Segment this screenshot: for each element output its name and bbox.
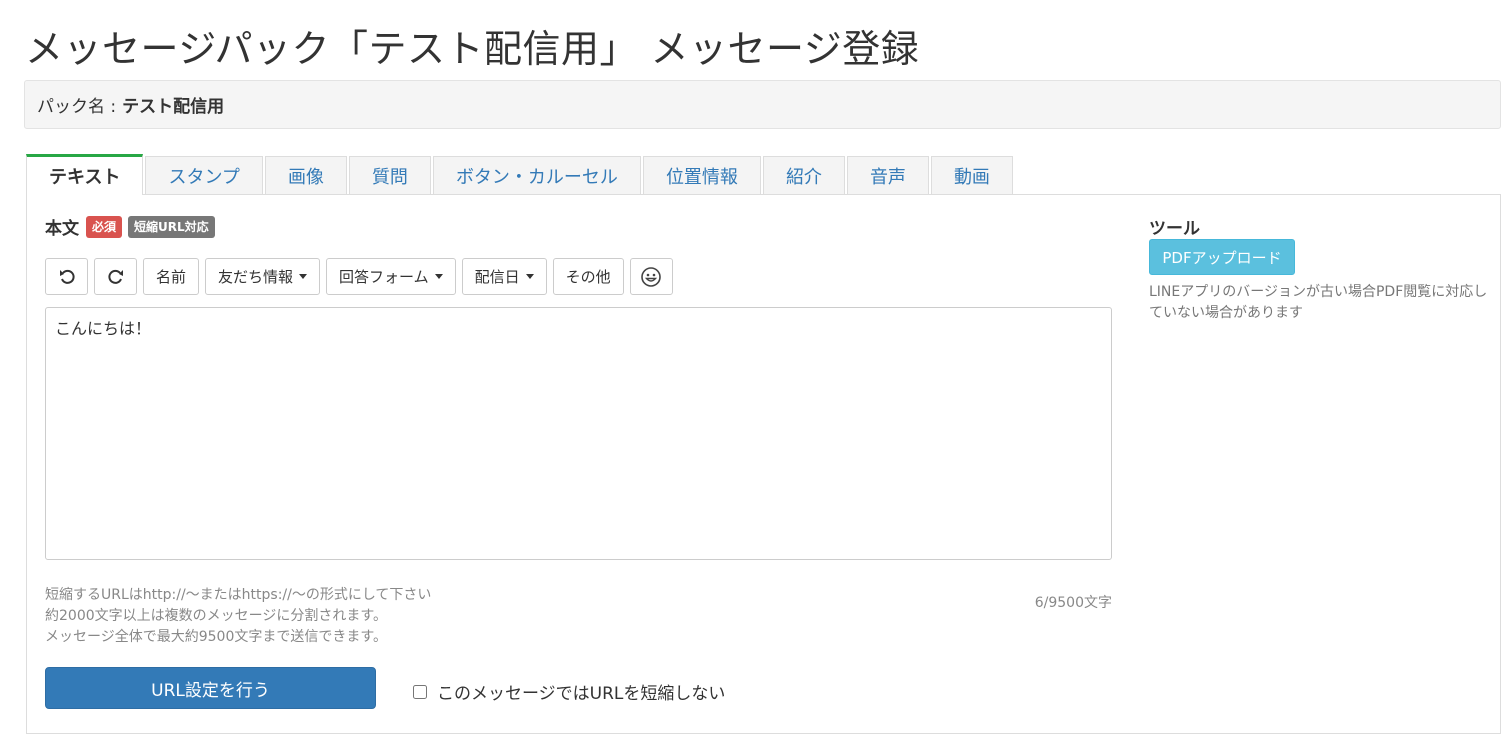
message-type-tabs: テキスト スタンプ 画像 質問 ボタン・カルーセル 位置情報 紹介 音声 動画: [26, 154, 1015, 195]
pdf-compat-note: LINEアプリのバージョンが古い場合PDF閲覧に対応していない場合があります: [1149, 284, 1488, 321]
friend-info-dropdown[interactable]: 友だち情報: [205, 258, 321, 295]
tools-heading: ツール: [1149, 219, 1200, 239]
caret-down-icon: [434, 274, 443, 279]
tab-audio[interactable]: 音声: [846, 156, 929, 195]
url-settings-button[interactable]: URL設定を行う: [45, 667, 376, 709]
character-counter: 6/9500文字: [1034, 595, 1112, 611]
no-shorten-label: このメッセージではURLを短縮しない: [437, 684, 726, 704]
undo-button[interactable]: [45, 258, 88, 295]
delivery-date-dropdown[interactable]: 配信日: [461, 258, 547, 295]
tab-location[interactable]: 位置情報: [642, 156, 761, 195]
short-url-badge: 短縮URL対応: [128, 215, 215, 238]
answer-form-label: 回答フォーム: [339, 268, 429, 286]
redo-button[interactable]: [94, 258, 137, 295]
no-shorten-checkbox[interactable]: [413, 684, 427, 699]
smiley-icon: [640, 266, 662, 288]
tab-question[interactable]: 質問: [348, 156, 431, 195]
no-shorten-option[interactable]: このメッセージではURLを短縮しない: [413, 679, 725, 704]
help-line: 短縮するURLはhttp://～またはhttps://～の形式にして下さい: [45, 587, 432, 603]
page-title: メッセージパック「テスト配信用」 メッセージ登録: [25, 27, 920, 71]
editor-help-text: 短縮するURLはhttp://～またはhttps://～の形式にして下さい 約2…: [45, 585, 431, 648]
undo-icon: [58, 268, 76, 286]
tab-stamp[interactable]: スタンプ: [145, 156, 263, 195]
delivery-date-label: 配信日: [474, 268, 520, 286]
help-line: メッセージ全体で最大約9500文字まで送信できます。: [45, 629, 387, 645]
help-line: 約2000文字以上は複数のメッセージに分割されます。: [45, 608, 387, 624]
redo-icon: [107, 268, 125, 286]
answer-form-dropdown[interactable]: 回答フォーム: [326, 258, 456, 295]
insert-name-label: 名前: [156, 268, 187, 286]
tab-introduction[interactable]: 紹介: [762, 156, 845, 195]
tab-button-carousel[interactable]: ボタン・カルーセル: [432, 156, 641, 195]
required-badge: 必須: [86, 215, 123, 238]
tab-video[interactable]: 動画: [930, 156, 1013, 195]
pack-name-value: テスト配信用: [122, 97, 225, 117]
caret-down-icon: [525, 274, 534, 279]
insert-name-button[interactable]: 名前: [143, 258, 200, 295]
friend-info-label: 友だち情報: [218, 268, 294, 286]
message-body-textarea[interactable]: [45, 307, 1112, 560]
tab-text[interactable]: テキスト: [26, 154, 144, 195]
other-button[interactable]: その他: [552, 258, 624, 295]
caret-down-icon: [299, 274, 308, 279]
emoji-button[interactable]: [629, 258, 673, 295]
pack-name-label: パック名 :: [37, 97, 117, 117]
editor-toolbar: 名前 友だち情報 回答フォーム 配信日 その他: [45, 258, 673, 295]
other-label: その他: [565, 268, 611, 286]
body-label-row: 本文 必須 短縮URL対応: [45, 214, 215, 239]
tab-image[interactable]: 画像: [264, 156, 347, 195]
pack-name-bar: パック名 : テスト配信用: [24, 80, 1501, 129]
body-label: 本文: [45, 219, 79, 239]
pdf-upload-button[interactable]: PDFアップロード: [1149, 239, 1295, 275]
